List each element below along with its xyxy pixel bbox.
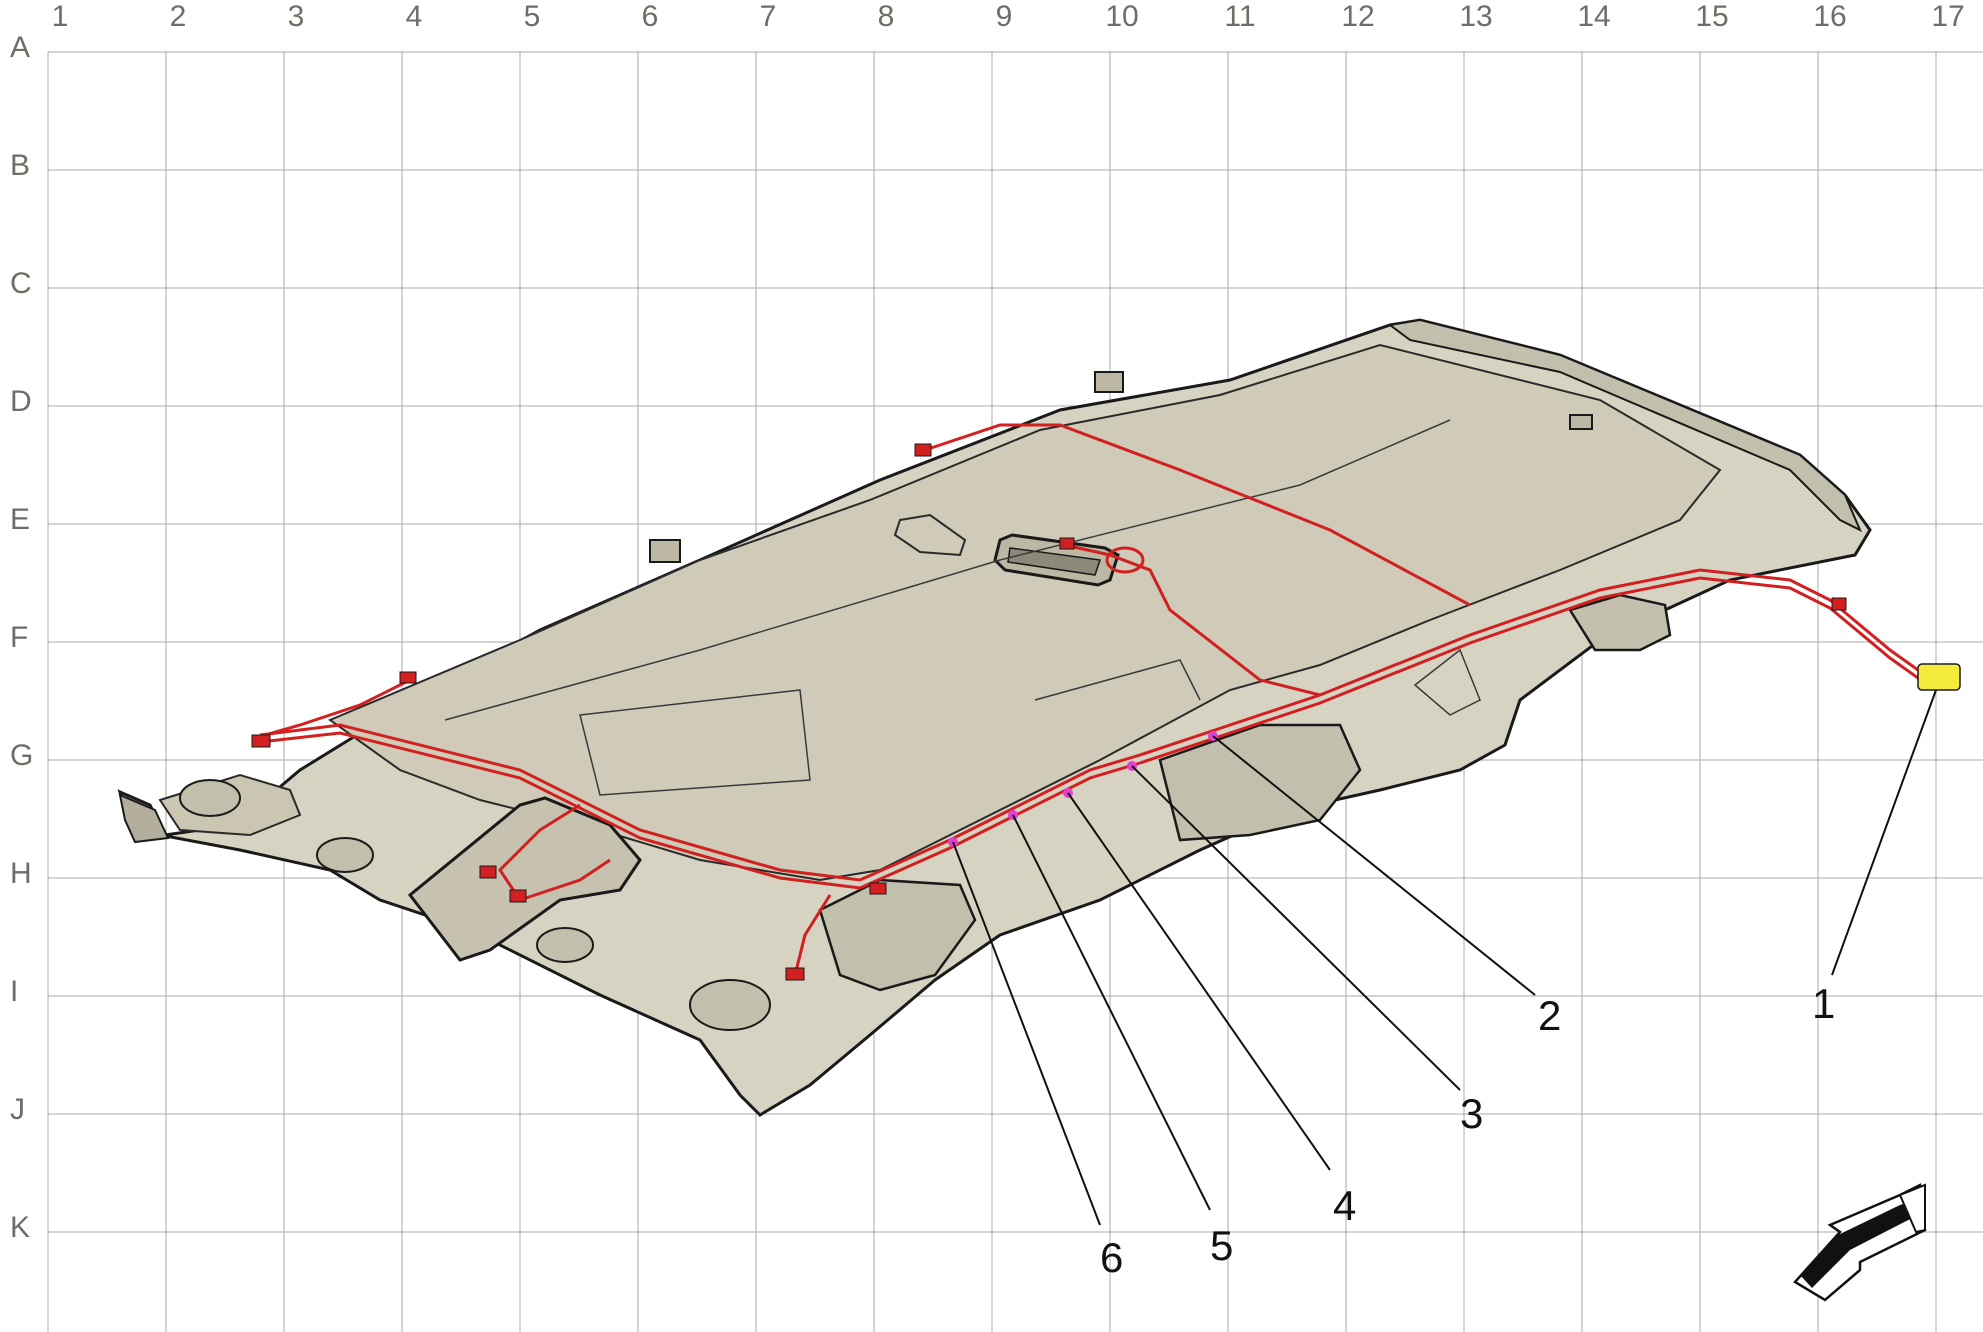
row-label: A [10, 31, 30, 64]
callout-numbers: 1 2 3 4 5 6 [1100, 980, 1835, 1281]
column-label: 17 [1931, 0, 1964, 33]
row-label: F [10, 621, 28, 654]
row-labels: ABCDEFGHIJKL [10, 31, 33, 1332]
front-direction-arrow-icon [1793, 1183, 1927, 1302]
column-label: 10 [1105, 0, 1138, 33]
column-label: 1 [52, 0, 69, 33]
connector-left-rear [251, 734, 271, 748]
row-label: J [10, 1093, 25, 1126]
column-label: 12 [1341, 0, 1374, 33]
row-label: C [10, 267, 32, 300]
coat-hook-recess-center [536, 927, 594, 963]
row-label: H [10, 857, 32, 890]
connector-rear-console-2 [509, 889, 527, 903]
connector-handle-front [869, 882, 887, 895]
coat-hook-recess-left [179, 779, 241, 817]
column-label: 14 [1577, 0, 1610, 33]
column-label: 3 [288, 0, 305, 33]
column-label: 8 [878, 0, 895, 33]
connector-rear-drop [785, 967, 805, 981]
column-label: 15 [1695, 0, 1728, 33]
connector-left-upper [399, 671, 417, 684]
column-label: 11 [1224, 0, 1255, 33]
connector-rear-console-1 [479, 865, 497, 879]
connector-sun-visor [1831, 597, 1847, 611]
row-label: K [10, 1211, 30, 1244]
row-label: G [10, 739, 33, 772]
column-label: 16 [1813, 0, 1846, 33]
headliner-harness-diagram: 1234567891011121314151617 ABCDEFGHIJKL [10, 0, 1983, 1332]
connector-roof-top [914, 443, 932, 457]
row-label: E [10, 503, 30, 536]
coat-hook-recess-rear [689, 979, 771, 1031]
callout-4: 4 [1333, 1182, 1356, 1229]
mount-clip-1 [1094, 371, 1124, 393]
column-label: 7 [760, 0, 777, 33]
row-label: B [10, 149, 30, 182]
coat-hook-recess-mid [316, 837, 374, 873]
mount-clip-2 [649, 539, 681, 563]
connector-dome [1059, 537, 1075, 550]
leader-line-1 [1831, 689, 1937, 976]
callout-1: 1 [1812, 980, 1835, 1027]
column-label: 2 [170, 0, 187, 33]
row-label: I [10, 975, 18, 1008]
callout-2: 2 [1538, 992, 1561, 1039]
column-label: 5 [524, 0, 541, 33]
column-label: 13 [1459, 0, 1492, 33]
connector-main-yellow [1917, 663, 1961, 691]
callout-5: 5 [1210, 1222, 1233, 1269]
callout-3: 3 [1460, 1090, 1483, 1137]
row-label: D [10, 385, 32, 418]
column-label: 4 [406, 0, 423, 33]
callout-6: 6 [1100, 1234, 1123, 1281]
column-label: 6 [642, 0, 659, 33]
column-labels: 1 2 3 4 5 6 7 8 9 10 11 12 13 14 15 16 17 [52, 0, 1965, 33]
mount-clip-3 [1569, 414, 1593, 430]
column-label: 9 [996, 0, 1013, 33]
